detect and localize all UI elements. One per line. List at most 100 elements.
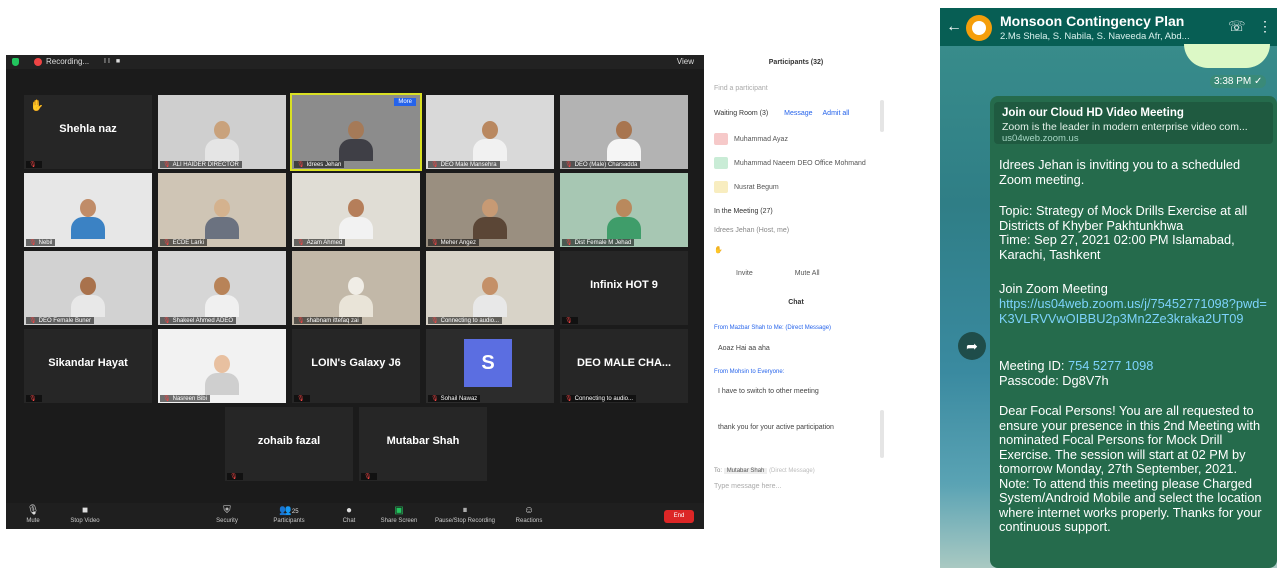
muted-mic-icon: 🎙 — [297, 240, 305, 246]
video-tile[interactable]: S 🎙 Sohail Nawaz — [426, 329, 554, 403]
video-tile[interactable]: 🎙 Azam Ahmed — [292, 173, 420, 247]
video-feed — [292, 95, 420, 169]
participant-name: Shehla naz — [59, 123, 117, 135]
tile-label: 🎙 Azam Ahmed — [294, 239, 346, 246]
video-tile[interactable]: Mutabar Shah 🎙 — [359, 407, 487, 481]
video-feed — [426, 251, 554, 325]
video-tile[interactable]: 🎙 DEO (Male) Charsadda — [560, 95, 688, 169]
share-screen-icon: ▣ — [394, 505, 404, 516]
participants-scrollbar[interactable] — [880, 100, 884, 132]
participants-icon: 👥25 — [279, 505, 299, 516]
video-tile[interactable]: 🎙 ALI HAIDER DIRECTOR — [158, 95, 286, 169]
pause-recording-button[interactable]: ⏸ Pause/Stop Recording — [430, 505, 500, 524]
video-tile[interactable]: Shehla naz ✋ 🎙 — [24, 95, 152, 169]
video-tile[interactable]: zohaib fazal 🎙 — [225, 407, 353, 481]
participant-figure — [205, 355, 239, 395]
video-tile[interactable]: Infinix HOT 9 🎙 — [560, 251, 688, 325]
share-screen-button[interactable]: ▣ Share Screen — [376, 505, 422, 524]
video-tile[interactable]: LOIN's Galaxy J6 🎙 — [292, 329, 420, 403]
waiting-room-label: Waiting Room (3) — [714, 110, 769, 117]
hand-icon: ✋ — [714, 247, 723, 254]
muted-mic-icon: 🎙 — [163, 240, 171, 246]
video-tile[interactable]: 🎙 Meher Angez — [426, 173, 554, 247]
message-button[interactable]: Message — [784, 110, 812, 117]
group-avatar[interactable] — [966, 15, 992, 41]
waiting-participant[interactable]: Nusrat Begum — [714, 181, 878, 193]
passcode-text: Passcode: Dg8V7h — [999, 373, 1109, 388]
tile-label: 🎙 Nebil — [26, 239, 56, 246]
chat-scrollbar[interactable] — [880, 410, 884, 458]
participants-button[interactable]: 👥25 Participants — [266, 505, 312, 524]
message-bubble[interactable]: Join our Cloud HD Video Meeting Zoom is … — [990, 96, 1277, 568]
chat-sender: From Mazbar Shah to Me: (Direct Message) — [714, 325, 832, 331]
invite-button[interactable]: Invite — [736, 270, 753, 277]
muted-mic-icon: 🎙 — [29, 396, 37, 402]
muted-mic-icon: 🎙 — [431, 162, 439, 168]
tile-label: 🎙 shabnam ittefaq zai — [294, 317, 362, 324]
video-feed — [560, 173, 688, 247]
participant-figure — [339, 121, 373, 161]
mute-button[interactable]: 🎙 Mute — [10, 505, 56, 524]
shield-icon[interactable] — [12, 58, 19, 66]
chat-title: Chat — [788, 299, 804, 306]
tile-label: 🎙 Connecting to audio... — [428, 317, 502, 324]
video-tile[interactable]: 🎙 Nebil — [24, 173, 152, 247]
waiting-participant[interactable]: Muhammad Ayaz — [714, 133, 878, 145]
participant-row[interactable]: Idrees Jehan (Host, me) — [714, 227, 878, 234]
chat-button[interactable]: ● Chat — [326, 505, 372, 524]
call-icon[interactable]: ☏ — [1228, 18, 1246, 35]
video-feed — [292, 251, 420, 325]
recording-icon — [34, 58, 42, 66]
back-arrow-icon[interactable]: ← — [946, 18, 962, 36]
video-feed — [426, 95, 554, 169]
muted-mic-icon: 🎙 — [565, 162, 573, 168]
link-preview[interactable]: Join our Cloud HD Video Meeting Zoom is … — [994, 102, 1273, 144]
end-meeting-button[interactable]: End — [664, 510, 694, 523]
invite-text: Idrees Jehan is inviting you to a schedu… — [999, 157, 1241, 187]
video-tile[interactable]: 🎙 ECDE Larki — [158, 173, 286, 247]
video-tile[interactable]: 🎙 Nasreen Bibi — [158, 329, 286, 403]
reactions-button[interactable]: ☺ Reactions — [506, 505, 552, 524]
video-tile[interactable]: More 🎙 Idrees Jehan — [290, 93, 422, 171]
video-tile[interactable]: 🎙 DEO Male Mansehra — [426, 95, 554, 169]
previous-image-bubble[interactable] — [1184, 44, 1270, 68]
more-button[interactable]: More — [394, 98, 416, 106]
zoom-top-bar: Recording... II ■ View — [6, 55, 704, 69]
more-icon[interactable]: ⋮ — [1258, 18, 1272, 35]
chat-recipient[interactable]: To: Mutabar Shah (Direct Message) — [714, 468, 878, 474]
participant-name: Mutabar Shah — [386, 435, 460, 447]
video-tile[interactable]: 🎙 Shakeel Ahmed ADEO — [158, 251, 286, 325]
pause-recording-controls[interactable]: II ■ — [104, 58, 122, 65]
participant-figure — [339, 199, 373, 239]
join-link[interactable]: https://us04web.zoom.us/j/75452771098?pw… — [999, 296, 1273, 326]
video-tile[interactable]: 🎙 shabnam ittefaq zai — [292, 251, 420, 325]
muted-mic-icon: 🎙 — [431, 396, 439, 402]
waiting-participant[interactable]: Muhammad Naeem DEO Office Mohmand — [714, 157, 878, 169]
avatar — [714, 181, 728, 193]
raised-hand-icon: ✋ — [30, 100, 44, 112]
video-tile[interactable]: 🎙 Dist Female M Jehad — [560, 173, 688, 247]
meeting-id-link[interactable]: 754 5277 1098 — [1068, 358, 1153, 373]
video-tile[interactable]: 🎙 Connecting to audio... — [426, 251, 554, 325]
view-button[interactable]: View — [677, 57, 694, 66]
video-feed — [158, 95, 286, 169]
participant-actions: Invite Mute All — [714, 270, 878, 277]
video-tile[interactable]: Sikandar Hayat 🎙 — [24, 329, 152, 403]
shield-icon: ⛨ — [223, 505, 231, 516]
avatar — [714, 133, 728, 145]
recipient-select[interactable]: Mutabar Shah — [723, 468, 768, 474]
mute-all-button[interactable]: Mute All — [795, 270, 820, 277]
video-tile[interactable]: 🎙 DEO Female Buner — [24, 251, 152, 325]
security-button[interactable]: ⛨ Security — [204, 505, 250, 524]
video-tile[interactable]: DEO MALE CHA... 🎙 Connecting to audio... — [560, 329, 688, 403]
video-gallery: Shehla naz ✋ 🎙 🎙 ALI HAIDER DIRECTOR More 🎙 Idr… — [24, 93, 688, 485]
chat-input[interactable]: Type message here... — [714, 483, 878, 490]
stop-video-button[interactable]: ■ Stop Video — [62, 505, 108, 524]
camera-icon: ■ — [81, 505, 89, 516]
forward-icon[interactable]: ➦ — [958, 332, 986, 360]
admit-all-button[interactable]: Admit all — [823, 110, 850, 117]
tile-label: 🎙 — [227, 473, 243, 480]
chat-icon: ● — [345, 505, 353, 516]
group-title[interactable]: Monsoon Contingency Plan — [1000, 13, 1184, 29]
participant-search-input[interactable]: Find a participant — [714, 85, 878, 92]
